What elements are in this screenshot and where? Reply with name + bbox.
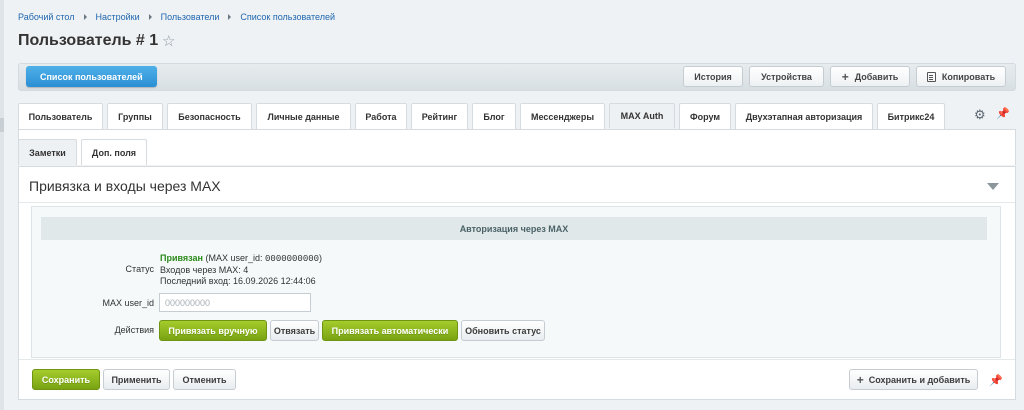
status-badge: Привязан xyxy=(160,253,203,263)
apply-button[interactable]: Применить xyxy=(103,369,170,390)
subtab-notes[interactable]: Заметки xyxy=(18,139,77,165)
tab-bitrix24[interactable]: Битрикс24 xyxy=(877,103,945,129)
footer-pin-icon[interactable]: 📌 xyxy=(989,374,1003,387)
maxid-label: MAX user_id xyxy=(102,298,154,308)
max-user-id-input[interactable] xyxy=(159,293,311,312)
cancel-button[interactable]: Отменить xyxy=(173,369,236,390)
divider xyxy=(19,202,1015,203)
breadcrumb-separator-icon xyxy=(83,14,87,20)
devices-button-label: Устройства xyxy=(761,71,812,82)
tab-messengers[interactable]: Мессенджеры xyxy=(520,103,605,129)
refresh-status-button[interactable]: Обновить статус xyxy=(461,320,545,341)
collapse-arrow-icon[interactable] xyxy=(987,183,999,190)
history-button[interactable]: История xyxy=(683,66,743,87)
page-title: Пользователь # 1 xyxy=(18,32,159,49)
logins-count: Входов через MAX: 4 xyxy=(160,265,249,275)
section-title: Привязка и входы через MAX xyxy=(29,178,221,194)
plus-icon: + xyxy=(856,372,864,387)
breadcrumb-users[interactable]: Пользователи xyxy=(161,12,220,22)
gear-icon[interactable]: ⚙ xyxy=(974,107,986,123)
save-and-add-label: Сохранить и добавить xyxy=(868,374,971,385)
subtabs-area xyxy=(18,129,1016,165)
add-button-label: Добавить xyxy=(854,71,899,82)
tab-work[interactable]: Работа xyxy=(355,103,407,129)
tab-personal-data[interactable]: Личные данные xyxy=(256,103,351,129)
breadcrumb-separator-icon xyxy=(148,14,152,20)
history-button-label: История xyxy=(694,71,732,82)
tab-two-factor[interactable]: Двухэтапная авторизация xyxy=(735,103,873,129)
tab-blog[interactable]: Блог xyxy=(472,103,516,129)
status-block: Привязан (MAX user_id: 0000000000) Входо… xyxy=(160,253,322,287)
save-and-add-button[interactable]: + Сохранить и добавить xyxy=(849,369,978,390)
bind-manual-button[interactable]: Привязать вручную xyxy=(159,320,267,341)
copy-button-label: Копировать xyxy=(941,71,996,82)
actions-label: Действия xyxy=(114,325,154,335)
status-label: Статус xyxy=(125,264,154,274)
star-icon[interactable]: ☆ xyxy=(162,34,175,50)
toolbar: Список пользователей История Устройства … xyxy=(18,63,1016,91)
footer-divider xyxy=(19,359,1015,360)
left-strip-marker xyxy=(0,118,4,132)
bind-auto-button[interactable]: Привязать автоматически xyxy=(322,320,458,341)
status-user-id: 0000000000 xyxy=(265,254,320,264)
plus-icon: + xyxy=(841,69,849,84)
pin-icon[interactable]: 📌 xyxy=(996,107,1010,120)
section-header: Авторизация через MAX xyxy=(41,217,987,240)
subtab-extra-fields[interactable]: Доп. поля xyxy=(81,139,147,165)
tab-rating[interactable]: Рейтинг xyxy=(411,103,468,129)
status-line: Привязан (MAX user_id: 0000000000) xyxy=(160,253,322,265)
add-button[interactable]: + Добавить xyxy=(830,66,910,87)
breadcrumb: Рабочий стол Настройки Пользователи Спис… xyxy=(18,12,335,22)
left-strip xyxy=(0,0,4,410)
copy-button[interactable]: Копировать xyxy=(916,66,1006,87)
user-list-button[interactable]: Список пользователей xyxy=(26,66,157,87)
tab-groups[interactable]: Группы xyxy=(107,103,163,129)
tab-security[interactable]: Безопасность xyxy=(167,103,252,129)
unbind-button[interactable]: Отвязать xyxy=(270,320,319,341)
breadcrumb-user-list[interactable]: Список пользователей xyxy=(240,12,335,22)
breadcrumb-separator-icon xyxy=(228,14,232,20)
last-login: Последний вход: 16.09.2026 12:44:06 xyxy=(160,276,316,286)
tab-user[interactable]: Пользователь xyxy=(18,103,103,129)
breadcrumb-settings[interactable]: Настройки xyxy=(96,12,140,22)
devices-button[interactable]: Устройства xyxy=(749,66,824,87)
tab-forum[interactable]: Форум xyxy=(679,103,731,129)
save-button[interactable]: Сохранить xyxy=(32,369,100,390)
copy-icon xyxy=(926,71,936,82)
breadcrumb-desktop[interactable]: Рабочий стол xyxy=(18,12,75,22)
status-id-prefix: (MAX user_id: xyxy=(205,253,266,263)
tab-max-auth[interactable]: MAX Auth xyxy=(609,103,675,128)
status-id-suffix: ) xyxy=(319,253,323,263)
